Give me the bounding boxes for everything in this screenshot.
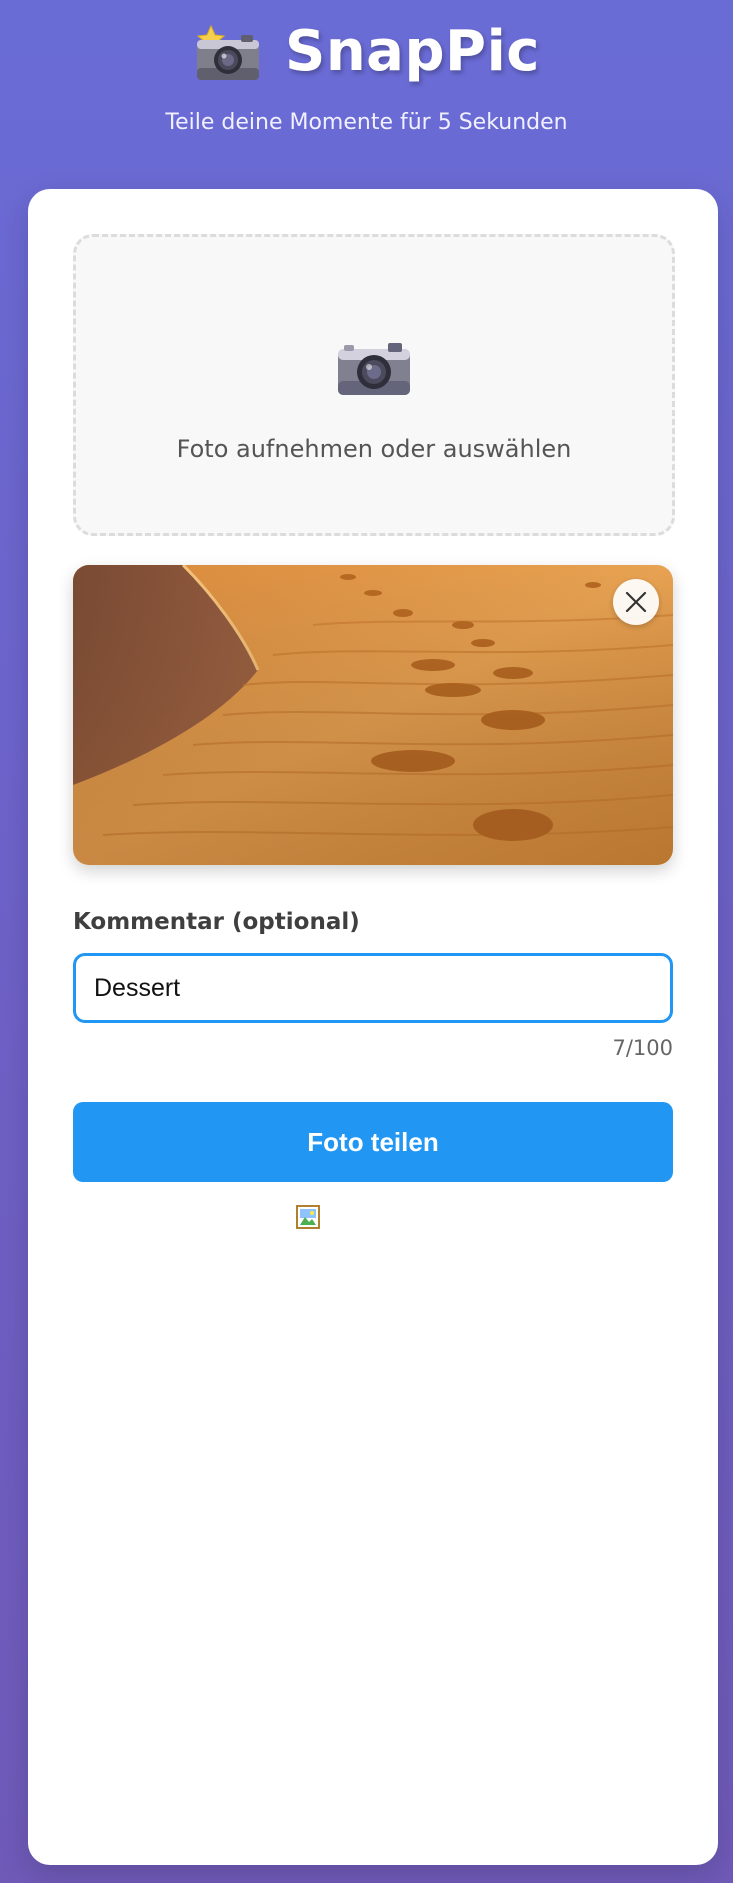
app-subtitle: Teile deine Momente für 5 Sekunden [165, 110, 568, 135]
app-title: SnapPic [284, 18, 540, 84]
comment-label: Kommentar (optional) [73, 909, 360, 935]
desert-photo [73, 565, 673, 865]
share-photo-button[interactable]: Foto teilen [73, 1102, 673, 1182]
brand: SnapPic [0, 14, 733, 88]
broken-image-icon [296, 1205, 320, 1229]
remove-photo-button[interactable] [613, 579, 659, 625]
main-card: Foto aufnehmen oder auswählen Kommentar … [28, 189, 718, 1865]
camera-with-flash-icon [193, 24, 263, 82]
upload-prompt: Foto aufnehmen oder auswählen [176, 435, 572, 463]
photo-upload-dropzone[interactable]: Foto aufnehmen oder auswählen [73, 234, 675, 536]
comment-input[interactable] [73, 953, 673, 1023]
camera-icon [336, 341, 412, 397]
photo-preview [73, 565, 673, 865]
char-counter: 7/100 [612, 1036, 673, 1060]
close-icon [625, 591, 647, 613]
